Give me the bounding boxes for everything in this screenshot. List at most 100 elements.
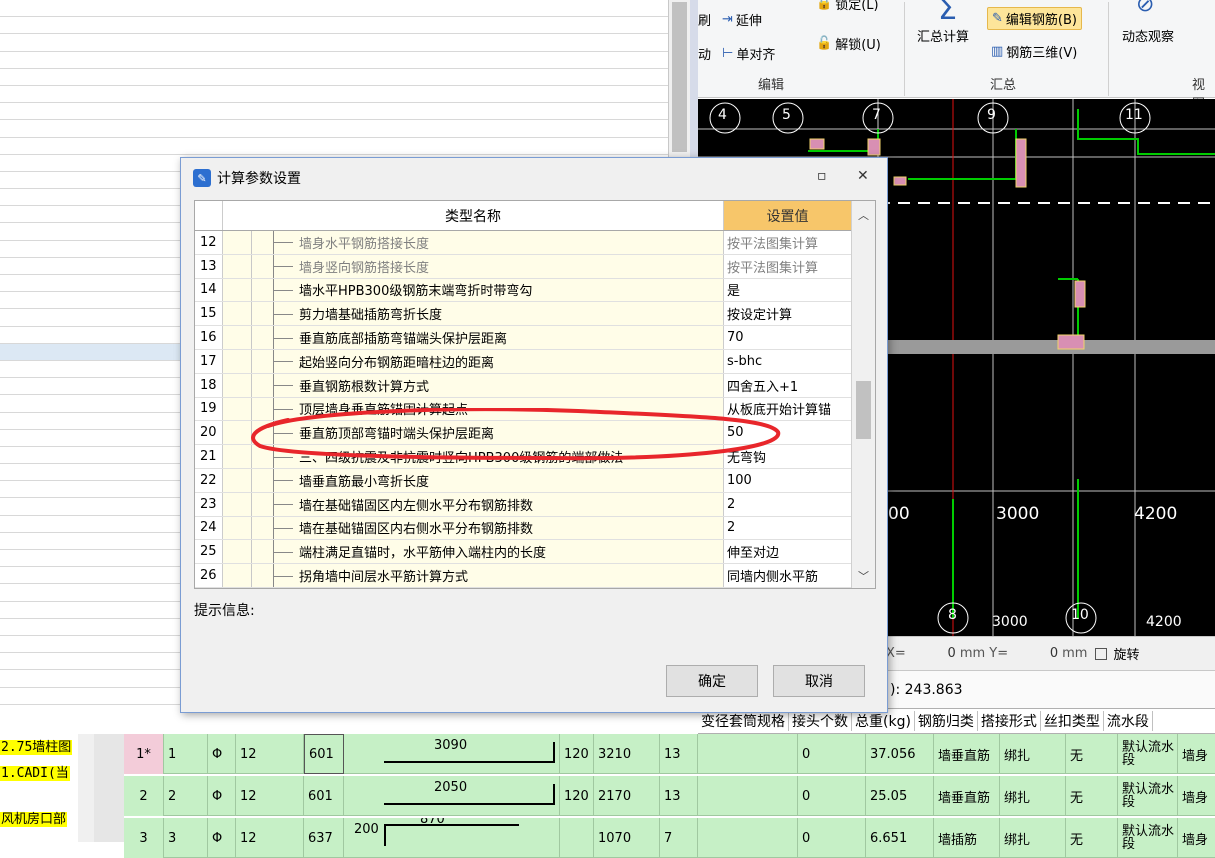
- col-header[interactable]: 搭接形式: [978, 711, 1041, 731]
- param-row[interactable]: 17 起始竖向分布钢筋距暗柱边的距离 s-bhc: [195, 349, 875, 374]
- param-row[interactable]: 16 垂直筋底部插筋弯锚端头保护层距离 70: [195, 326, 875, 350]
- count-cell[interactable]: 13: [660, 734, 698, 774]
- grade-symbol: Φ: [208, 776, 236, 816]
- params-grid-header: 类型名称 设置值: [195, 201, 875, 231]
- count-cell[interactable]: 13: [660, 776, 698, 816]
- list-row[interactable]: [0, 17, 668, 35]
- segment-cell[interactable]: 默认流水段: [1118, 776, 1178, 816]
- param-row[interactable]: 24 墙在基础锚固区内右侧水平分布钢筋排数 2: [195, 516, 875, 541]
- row-index: 2: [164, 776, 208, 816]
- ribbon-partial-1[interactable]: 刷: [698, 10, 711, 29]
- rebar-3d-button[interactable]: ▥ 钢筋三维(V): [991, 42, 1077, 61]
- scroll-thumb[interactable]: [672, 2, 687, 152]
- col-header[interactable]: 丝扣类型: [1041, 711, 1104, 731]
- col-header[interactable]: 总重(kg): [852, 711, 915, 731]
- thread-cell[interactable]: 无: [1066, 734, 1118, 774]
- shape-code-cell[interactable]: 601: [304, 776, 344, 816]
- list-row[interactable]: [0, 120, 668, 138]
- dynamic-view-button[interactable]: 动态观察: [1122, 26, 1174, 45]
- col-header[interactable]: 钢筋归类: [915, 711, 978, 731]
- category-cell[interactable]: 墙垂直筋: [934, 776, 1000, 816]
- diameter-cell[interactable]: 12: [236, 776, 304, 816]
- param-value[interactable]: 按平法图集计算: [724, 231, 852, 254]
- list-row[interactable]: [0, 52, 668, 69]
- list-row[interactable]: [0, 0, 668, 18]
- list-row[interactable]: [0, 69, 668, 86]
- rotate-checkbox[interactable]: [1095, 647, 1108, 660]
- shape-code-cell[interactable]: 637: [304, 818, 344, 858]
- ribbon-partial-2[interactable]: 动: [698, 44, 711, 63]
- param-value[interactable]: 按设定计算: [724, 302, 852, 326]
- diameter-cell[interactable]: 12: [236, 734, 304, 774]
- segment-cell[interactable]: 默认流水段: [1118, 734, 1178, 774]
- unlock-icon: 🔓: [816, 36, 833, 51]
- param-value[interactable]: 是: [724, 278, 852, 302]
- axis-label: 4: [718, 107, 727, 123]
- sum-calc-button[interactable]: 汇总计算: [917, 26, 969, 45]
- param-row[interactable]: 18 垂直钢筋根数计算方式 四舍五入+1: [195, 373, 875, 398]
- param-row[interactable]: 25 端柱满足直锚时，水平筋伸入端柱内的长度 伸至对边: [195, 540, 875, 565]
- close-icon[interactable]: ✕: [857, 168, 869, 184]
- diameter-cell[interactable]: 12: [236, 818, 304, 858]
- count-cell[interactable]: 7: [660, 818, 698, 858]
- param-row[interactable]: 13 墙身竖向钢筋搭接长度 按平法图集计算: [195, 254, 875, 279]
- lap-cell[interactable]: 绑扎: [1000, 818, 1066, 858]
- tree-scrollbar[interactable]: [78, 734, 94, 842]
- col-setting-value[interactable]: 设置值: [724, 201, 852, 230]
- param-row[interactable]: 23 墙在基础锚固区内左侧水平分布钢筋排数 2: [195, 492, 875, 517]
- table-row[interactable]: 2 2 Φ 12 601 2050 120 2170 13 0 25.05 墙垂…: [124, 776, 1215, 816]
- col-header[interactable]: 接头个数: [789, 711, 852, 731]
- ok-button[interactable]: 确定: [666, 665, 758, 697]
- param-value[interactable]: 70: [724, 326, 852, 349]
- lap-cell[interactable]: 绑扎: [1000, 734, 1066, 774]
- param-row[interactable]: 22 墙垂直筋最小弯折长度 100: [195, 468, 875, 493]
- unlock-button[interactable]: 🔓 解锁(U): [816, 34, 881, 53]
- param-value[interactable]: 按平法图集计算: [724, 254, 852, 278]
- param-row[interactable]: 12 墙身水平钢筋搭接长度 按平法图集计算: [195, 231, 875, 255]
- param-value[interactable]: 四舍五入+1: [724, 373, 852, 397]
- scroll-down-icon[interactable]: ﹀: [858, 568, 869, 584]
- lock-button[interactable]: 🔒 锁定(L): [816, 0, 879, 13]
- param-row[interactable]: 26 拐角墙中间层水平筋计算方式 同墙内侧水平筋: [195, 564, 875, 588]
- restore-icon[interactable]: ▫: [817, 168, 827, 184]
- param-value[interactable]: 同墙内侧水平筋: [724, 564, 852, 587]
- scroll-thumb[interactable]: [856, 381, 871, 439]
- extend-icon: ⇥: [722, 12, 733, 27]
- dialog-title: 计算参数设置: [217, 171, 301, 187]
- segment-cell[interactable]: 默认流水段: [1118, 818, 1178, 858]
- col-type-name[interactable]: 类型名称: [223, 201, 724, 230]
- param-row[interactable]: 15 剪力墙基础插筋弯折长度 按设定计算: [195, 302, 875, 327]
- list-row[interactable]: [0, 86, 668, 104]
- param-name: 墙身竖向钢筋搭接长度: [223, 254, 724, 278]
- single-align-button[interactable]: ⊢ 单对齐: [722, 44, 775, 63]
- tree-connector: [273, 326, 274, 349]
- param-value[interactable]: s-bhc: [724, 349, 852, 373]
- param-value[interactable]: 伸至对边: [724, 540, 852, 564]
- col-header[interactable]: 变径套筒规格: [698, 711, 789, 731]
- dialog-titlebar[interactable]: ✎ 计算参数设置 ▫ ✕: [181, 158, 887, 198]
- list-row[interactable]: [0, 138, 668, 155]
- lap-cell[interactable]: 绑扎: [1000, 776, 1066, 816]
- col-header[interactable]: 流水段: [1104, 711, 1153, 731]
- grid-scrollbar[interactable]: ︿ ﹀: [851, 201, 875, 588]
- shape-code-cell[interactable]: 601: [304, 734, 344, 774]
- category-cell[interactable]: 墙垂直筋: [934, 734, 1000, 774]
- x-offset-input[interactable]: 0: [906, 646, 956, 661]
- thread-cell[interactable]: 无: [1066, 818, 1118, 858]
- scroll-up-icon[interactable]: ︿: [858, 207, 869, 223]
- table-row[interactable]: 3 3 Φ 12 637 200 870 1070 7 0 6.651 墙插筋 …: [124, 818, 1215, 858]
- edit-rebar-button[interactable]: ✎ 编辑钢筋(B): [987, 7, 1082, 30]
- y-offset-input[interactable]: 0: [1008, 646, 1058, 661]
- param-value[interactable]: 100: [724, 468, 852, 492]
- category-cell[interactable]: 墙插筋: [934, 818, 1000, 858]
- weight-cell: 37.056: [866, 734, 934, 774]
- extend-button[interactable]: ⇥ 延伸: [722, 10, 762, 29]
- param-row[interactable]: 14 墙水平HPB300级钢筋末端弯折时带弯勾 是: [195, 278, 875, 303]
- thread-cell[interactable]: 无: [1066, 776, 1118, 816]
- param-value[interactable]: 2: [724, 516, 852, 540]
- list-row[interactable]: [0, 34, 668, 52]
- param-value[interactable]: 2: [724, 492, 852, 516]
- table-row[interactable]: 1* 1 Φ 12 601 3090 120 3210 13 0 37.056 …: [124, 734, 1215, 774]
- cancel-button[interactable]: 取消: [773, 665, 865, 697]
- list-row[interactable]: [0, 103, 668, 121]
